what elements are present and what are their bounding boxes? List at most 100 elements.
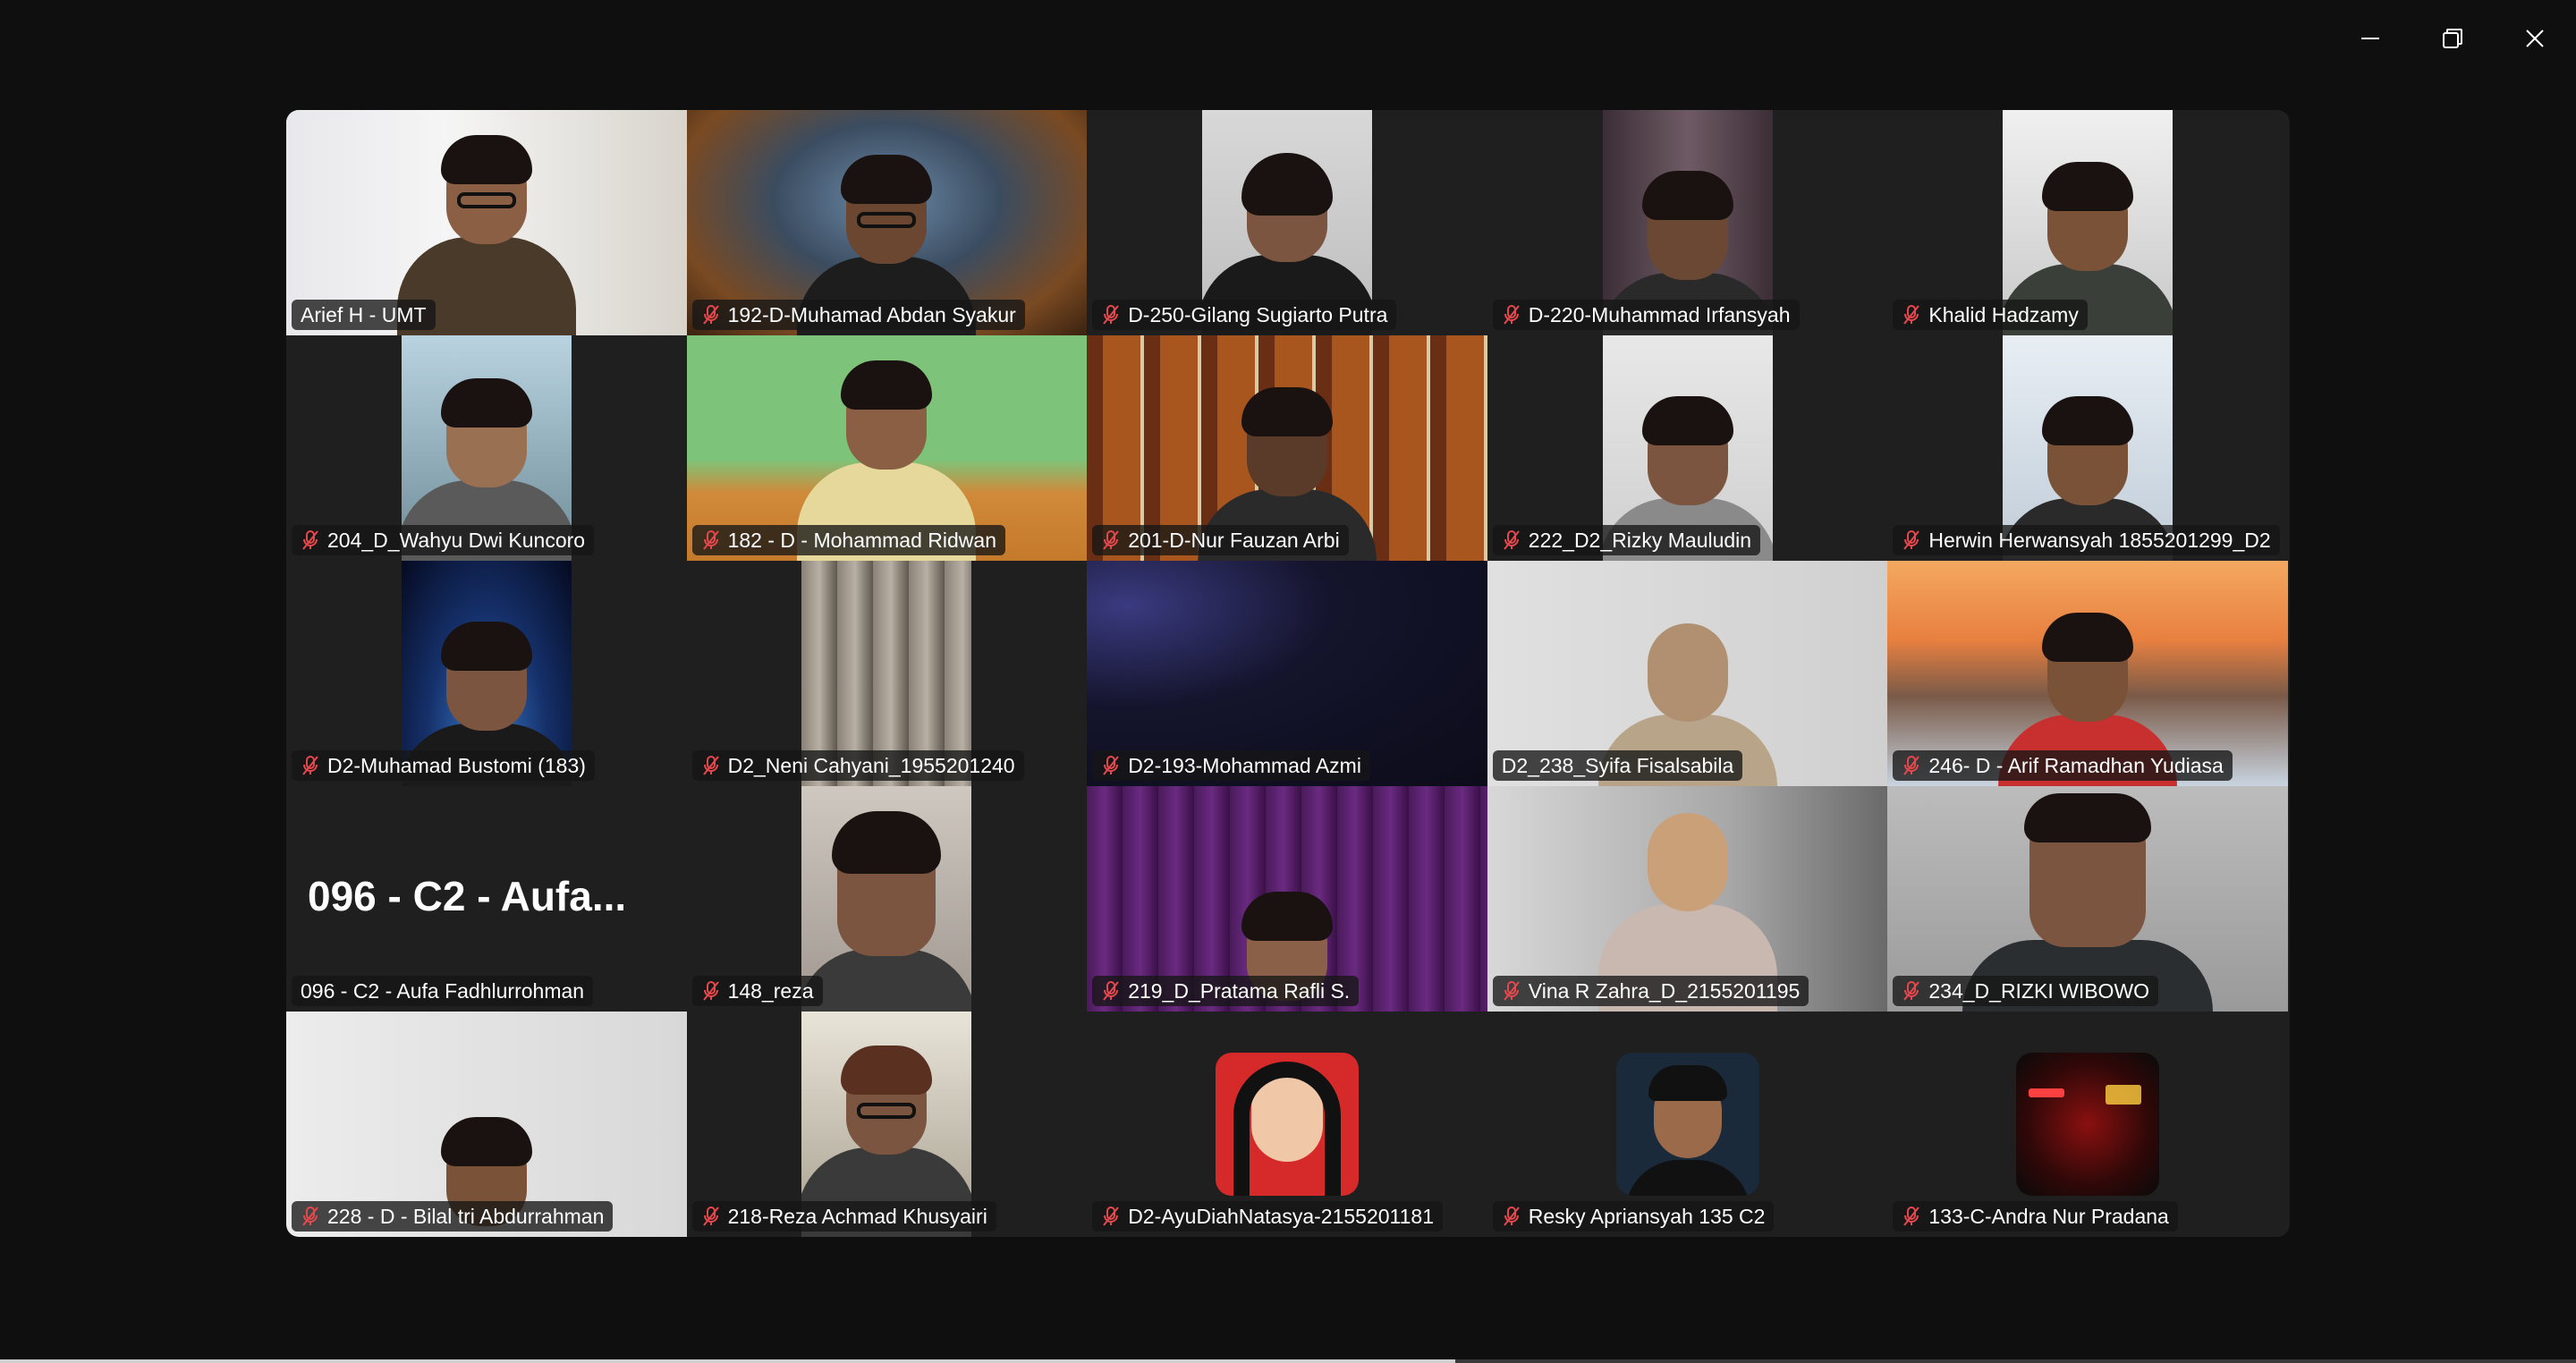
participant-name-tag: Khalid Hadzamy (1893, 300, 2088, 330)
close-button[interactable] (2494, 0, 2576, 77)
muted-mic-icon (1103, 756, 1119, 775)
restore-button[interactable] (2411, 0, 2494, 77)
muted-mic-icon (1504, 1206, 1520, 1226)
muted-mic-icon (1903, 530, 1920, 550)
participant-name: Vina R Zahra_D_2155201195 (1528, 979, 1801, 1003)
participant-tile[interactable]: Resky Apriansyah 135 C2 (1487, 1012, 1888, 1237)
participant-name: Khalid Hadzamy (1928, 303, 2079, 326)
participant-avatar (1615, 1053, 1759, 1196)
participant-avatar (2016, 1053, 2160, 1196)
participant-name-tag: Resky Apriansyah 135 C2 (1492, 1201, 1775, 1232)
close-icon (2526, 30, 2544, 47)
participant-name-tag: 234_D_RIZKI WIBOWO (1893, 976, 2159, 1006)
muted-mic-icon (1903, 305, 1920, 325)
participant-tile[interactable]: 222_D2_Rizky Mauludin (1487, 335, 1888, 561)
restore-icon (2443, 29, 2462, 48)
participant-tile[interactable]: 096 - C2 - Aufa... 096 - C2 - Aufa Fadhl… (286, 786, 687, 1012)
muted-mic-icon (702, 305, 719, 325)
participant-name: D2_238_Syifa Fisalsabila (1501, 754, 1734, 777)
participant-name-tag: 192-D-Muhamad Abdan Syakur (691, 300, 1025, 330)
minimize-icon (2361, 38, 2379, 39)
participant-name: Herwin Herwansyah 1855201299_D2 (1928, 529, 2271, 552)
participant-tile[interactable]: 192-D-Muhamad Abdan Syakur (686, 110, 1088, 335)
participant-tile[interactable]: 201-D-Nur Fauzan Arbi (1087, 335, 1487, 561)
participant-name-tag: D2_238_Syifa Fisalsabila (1492, 750, 1743, 781)
participant-name-tag: 182 - D - Mohammad Ridwan (691, 525, 1005, 555)
participant-name-tag: D2-Muhamad Bustomi (183) (292, 750, 595, 781)
participant-name: D2-Muhamad Bustomi (183) (327, 754, 586, 777)
participant-name: 201-D-Nur Fauzan Arbi (1128, 529, 1340, 552)
muted-mic-icon (1103, 305, 1119, 325)
participant-display-name: 096 - C2 - Aufa... (308, 873, 627, 919)
muted-mic-icon (1903, 1206, 1920, 1226)
muted-mic-icon (702, 1206, 719, 1226)
participant-tile[interactable]: Herwin Herwansyah 1855201299_D2 (1887, 335, 2288, 561)
muted-mic-icon (1103, 981, 1119, 1001)
participant-tile[interactable]: Khalid Hadzamy (1887, 110, 2288, 335)
participant-avatar (1215, 1053, 1359, 1196)
participant-tile[interactable]: 133-C-Andra Nur Pradana (1887, 1012, 2288, 1237)
muted-mic-icon (1103, 1206, 1119, 1226)
participant-tile[interactable]: Arief H - UMT (286, 110, 687, 335)
participant-tile[interactable]: Vina R Zahra_D_2155201195 (1487, 786, 1888, 1012)
participant-tile[interactable]: D2_Neni Cahyani_1955201240 (686, 561, 1088, 786)
muted-mic-icon (302, 1206, 318, 1226)
participant-name-tag: 148_reza (691, 976, 823, 1006)
window-controls (2329, 0, 2576, 77)
participant-name: 204_D_Wahyu Dwi Kuncoro (327, 529, 586, 552)
participant-name: 219_D_Pratama Rafli S. (1128, 979, 1351, 1003)
muted-mic-icon (702, 530, 719, 550)
muted-mic-icon (1903, 756, 1920, 775)
participant-name: 096 - C2 - Aufa Fadhlurrohman (301, 979, 585, 1003)
participant-name: 222_D2_Rizky Mauludin (1528, 529, 1752, 552)
participant-name: 246- D - Arif Ramadhan Yudiasa (1928, 754, 2224, 777)
participant-tile[interactable]: 228 - D - Bilal tri Abdurrahman (286, 1012, 687, 1237)
participant-name: 228 - D - Bilal tri Abdurrahman (327, 1205, 605, 1228)
participant-name-tag: 219_D_Pratama Rafli S. (1092, 976, 1360, 1006)
muted-mic-icon (702, 981, 719, 1001)
participant-tile[interactable]: D2-Muhamad Bustomi (183) (286, 561, 687, 786)
gallery-grid: Arief H - UMT 192-D-Muhamad Abdan Syakur… (286, 110, 2290, 1237)
participant-name: 234_D_RIZKI WIBOWO (1928, 979, 2150, 1003)
muted-mic-icon (302, 756, 318, 775)
muted-mic-icon (302, 530, 318, 550)
participant-name-tag: D2-193-Mohammad Azmi (1092, 750, 1370, 781)
participant-tile[interactable]: D2-193-Mohammad Azmi (1087, 561, 1487, 786)
muted-mic-icon (702, 756, 719, 775)
participant-tile[interactable]: 148_reza (686, 786, 1088, 1012)
video-feed (801, 786, 972, 1012)
minimize-button[interactable] (2329, 0, 2411, 77)
participant-name-tag: D2-AyuDiahNatasya-2155201181 (1092, 1201, 1444, 1232)
muted-mic-icon (1103, 530, 1119, 550)
participant-tile[interactable]: D-220-Muhammad Irfansyah (1487, 110, 1888, 335)
participant-name-tag: Arief H - UMT (292, 300, 436, 330)
participant-tile[interactable]: 246- D - Arif Ramadhan Yudiasa (1887, 561, 2288, 786)
participant-name-tag: D2_Neni Cahyani_1955201240 (691, 750, 1024, 781)
participant-name-tag: 228 - D - Bilal tri Abdurrahman (292, 1201, 614, 1232)
participant-name-tag: 218-Reza Achmad Khusyairi (691, 1201, 996, 1232)
participant-name-tag: 201-D-Nur Fauzan Arbi (1092, 525, 1349, 555)
muted-mic-icon (1504, 981, 1520, 1001)
participant-name: 182 - D - Mohammad Ridwan (727, 529, 996, 552)
participant-name-tag: 222_D2_Rizky Mauludin (1492, 525, 1761, 555)
participant-tile[interactable]: 234_D_RIZKI WIBOWO (1887, 786, 2288, 1012)
participant-name: D2-AyuDiahNatasya-2155201181 (1128, 1205, 1435, 1228)
participant-name-tag: 204_D_Wahyu Dwi Kuncoro (292, 525, 595, 555)
participant-tile[interactable]: 182 - D - Mohammad Ridwan (686, 335, 1088, 561)
muted-mic-icon (1504, 530, 1520, 550)
participant-tile[interactable]: D2-AyuDiahNatasya-2155201181 (1087, 1012, 1487, 1237)
participant-name-tag: Vina R Zahra_D_2155201195 (1492, 976, 1809, 1006)
participant-name: 218-Reza Achmad Khusyairi (727, 1205, 987, 1228)
participant-name: D-220-Muhammad Irfansyah (1528, 303, 1791, 326)
participant-name: Resky Apriansyah 135 C2 (1528, 1205, 1766, 1228)
participant-tile[interactable]: 204_D_Wahyu Dwi Kuncoro (286, 335, 687, 561)
participant-tile[interactable]: D2_238_Syifa Fisalsabila (1487, 561, 1888, 786)
participant-name-tag: 246- D - Arif Ramadhan Yudiasa (1893, 750, 2233, 781)
participant-tile[interactable]: D-250-Gilang Sugiarto Putra (1087, 110, 1487, 335)
participant-name: 192-D-Muhamad Abdan Syakur (727, 303, 1016, 326)
participant-name: D-250-Gilang Sugiarto Putra (1128, 303, 1388, 326)
participant-tile[interactable]: 219_D_Pratama Rafli S. (1087, 786, 1487, 1012)
participant-tile[interactable]: 218-Reza Achmad Khusyairi (686, 1012, 1088, 1237)
muted-mic-icon (1504, 305, 1520, 325)
participant-name: 133-C-Andra Nur Pradana (1928, 1205, 2169, 1228)
